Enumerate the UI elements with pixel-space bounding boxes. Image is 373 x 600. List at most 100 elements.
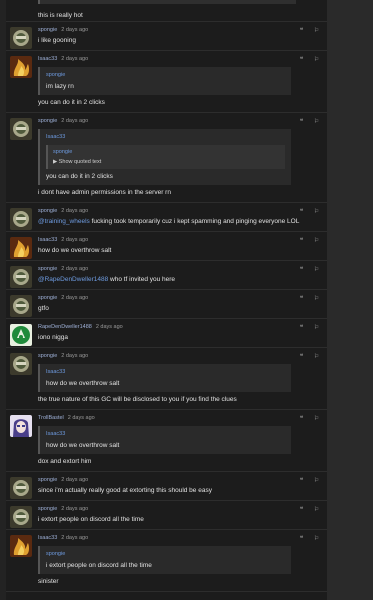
username-link[interactable]: spongie [38, 353, 57, 359]
post: spongie 2 days ago ❝ ⚐ i extort people on di… [6, 501, 327, 530]
quoted-username[interactable]: spongie [46, 71, 285, 79]
quote-block: spongie im lazy rn [38, 67, 291, 95]
post-meta: Isaac33 2 days ago [38, 534, 327, 542]
message-body: since i'm actually really good at extort… [38, 487, 212, 494]
username-link[interactable]: spongie [38, 477, 57, 483]
message-text: dox and extort him [38, 457, 327, 466]
quote-icon[interactable]: ❝ [298, 507, 305, 514]
flag-icon[interactable]: ⚐ [313, 536, 320, 543]
quote-icon[interactable]: ❝ [298, 209, 305, 216]
sticker-icon[interactable] [10, 27, 32, 49]
quote-icon[interactable]: ❝ [298, 354, 305, 361]
message-text: how do we overthrow salt [38, 246, 327, 255]
username-link[interactable]: TrollBastel [38, 415, 64, 421]
quoted-username[interactable]: Isaac33 [46, 368, 285, 376]
flag-icon[interactable]: ⚐ [313, 119, 320, 126]
username-link[interactable]: spongie [38, 295, 57, 301]
message-text: @training_wheels fucking took temporaril… [38, 217, 327, 226]
post: Isaac33 2 days ago ❝ ⚐ how do we overthrow s… [6, 232, 327, 261]
post-actions: ❝ ⚐ [298, 57, 320, 64]
user-mention[interactable]: @training_wheels [38, 218, 90, 225]
username-link[interactable]: spongie [38, 208, 57, 214]
nested-quoted-username[interactable]: spongie [53, 148, 280, 156]
flag-icon[interactable]: ⚐ [313, 209, 320, 216]
quoted-username[interactable]: Isaac33 [46, 133, 285, 141]
quote-icon[interactable]: ❝ [298, 478, 305, 485]
post-meta: spongie 2 days ago [38, 26, 327, 34]
post: Isaac33 2 days ago ❝ ⚐ spongie i extort peopl… [6, 530, 327, 592]
post-actions: ❝ ⚐ [298, 325, 320, 332]
quote-icon[interactable]: ❝ [298, 416, 305, 423]
previous-post-tail: this is really hot [6, 0, 327, 22]
post-meta: spongie 2 days ago [38, 505, 327, 513]
quote-icon[interactable]: ❝ [298, 536, 305, 543]
flag-icon[interactable]: ⚐ [313, 354, 320, 361]
post: spongie 2 days ago ❝ ⚐ i like gooning [6, 22, 327, 51]
sticker-icon[interactable] [10, 477, 32, 499]
quote-icon[interactable]: ❝ [298, 119, 305, 126]
post-actions: ❝ ⚐ [298, 536, 320, 543]
sticker-icon[interactable] [10, 506, 32, 528]
flag-icon[interactable]: ⚐ [313, 267, 320, 274]
nested-quote-block: spongie ▶ Show quoted text [46, 145, 285, 169]
quote-icon[interactable]: ❝ [298, 296, 305, 303]
sticker-icon[interactable] [10, 118, 32, 140]
sticker-icon[interactable] [10, 353, 32, 375]
quote-icon[interactable]: ❝ [298, 267, 305, 274]
username-link[interactable]: RapeDenDweller1488 [38, 324, 92, 330]
username-link[interactable]: spongie [38, 506, 57, 512]
quote-icon[interactable]: ❝ [298, 28, 305, 35]
sticker-icon[interactable] [10, 208, 32, 230]
quoted-text: im lazy rn [46, 83, 74, 90]
post: RapeDenDweller1488 2 days ago ❝ ⚐ iono nigga [6, 319, 327, 348]
username-link[interactable]: Isaac33 [38, 56, 57, 62]
timestamp: 2 days ago [61, 208, 89, 214]
quoted-username[interactable]: Isaac33 [46, 430, 285, 438]
fire-icon[interactable] [10, 56, 32, 78]
user-mention[interactable]: @RapeDenDweller1488 [38, 276, 108, 283]
message-body: sinister [38, 578, 59, 585]
message-text: this is really hot [38, 12, 83, 19]
sticker-icon[interactable] [10, 266, 32, 288]
sticker-icon[interactable] [10, 295, 32, 317]
flag-icon[interactable]: ⚐ [313, 28, 320, 35]
post-actions: ❝ ⚐ [298, 296, 320, 303]
message-text: i dont have admin permissions in the ser… [38, 188, 327, 197]
post: spongie 2 days ago ❝ ⚐ @RapeDenDweller1488 w… [6, 261, 327, 290]
quote-icon[interactable]: ❝ [298, 57, 305, 64]
message-body: i like gooning [38, 37, 76, 44]
message-body: iono nigga [38, 334, 68, 341]
post-actions: ❝ ⚐ [298, 209, 320, 216]
green-logo-icon[interactable] [10, 324, 32, 346]
message-text: you can do it in 2 clicks [38, 98, 327, 107]
flag-icon[interactable]: ⚐ [313, 416, 320, 423]
flag-icon[interactable]: ⚐ [313, 325, 320, 332]
post: spongie 2 days ago ❝ ⚐ Isaac33 spongie ▶ Show … [6, 113, 327, 203]
post-actions: ❝ ⚐ [298, 28, 320, 35]
flag-icon[interactable]: ⚐ [313, 57, 320, 64]
username-link[interactable]: spongie [38, 27, 57, 33]
fire-icon[interactable] [10, 535, 32, 557]
timestamp: 2 days ago [61, 27, 89, 33]
quote-icon[interactable]: ❝ [298, 325, 305, 332]
username-link[interactable]: Isaac33 [38, 237, 57, 243]
flag-icon[interactable]: ⚐ [313, 296, 320, 303]
flag-icon[interactable]: ⚐ [313, 238, 320, 245]
anime-icon[interactable] [10, 415, 32, 437]
message-text: sinister [38, 577, 327, 586]
quote-icon[interactable]: ❝ [298, 238, 305, 245]
show-quoted-text-toggle[interactable]: ▶ Show quoted text [53, 158, 280, 166]
username-link[interactable]: spongie [38, 118, 57, 124]
flag-icon[interactable]: ⚐ [313, 478, 320, 485]
message-body: who tf invited you here [108, 276, 176, 283]
post-actions: ❝ ⚐ [298, 238, 320, 245]
username-link[interactable]: Isaac33 [38, 535, 57, 541]
fire-icon[interactable] [10, 237, 32, 259]
flag-icon[interactable]: ⚐ [313, 507, 320, 514]
post-meta: spongie 2 days ago [38, 265, 327, 273]
quoted-username[interactable]: spongie [46, 550, 285, 558]
timestamp: 2 days ago [61, 56, 89, 62]
post-meta: spongie 2 days ago [38, 207, 327, 215]
username-link[interactable]: spongie [38, 266, 57, 272]
post: spongie 2 days ago ❝ ⚐ @training_wheels fuck… [6, 203, 327, 232]
